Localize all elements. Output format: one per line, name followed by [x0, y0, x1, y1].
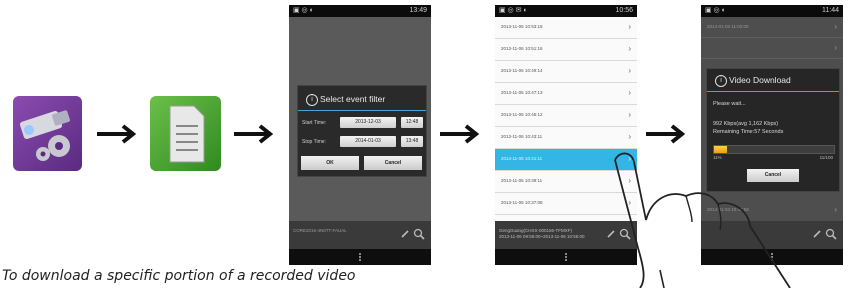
search-icon[interactable]	[413, 228, 425, 240]
dialog-title: Video Download	[729, 75, 791, 85]
phone-screen-event-filter: ▣ ◎ ◐ 13:49 i Select event filter Start …	[289, 5, 431, 265]
download-speed-text: 992 Kbps(avg 1,162 Kbps)	[713, 121, 779, 127]
start-time-label: Start Time:	[302, 120, 327, 126]
arrow-icon	[234, 124, 274, 144]
time-range: 2013-11-06 09:55:00~2013-11-06 10:55:00	[499, 234, 585, 239]
status-icons: ▣ ◎ ✉ ◐	[499, 7, 528, 14]
info-icon: i	[306, 94, 318, 106]
chevron-right-icon: ›	[628, 88, 631, 97]
status-icons: ▣ ◎ ◐	[293, 7, 314, 14]
stop-time-button[interactable]: 13:48	[401, 136, 423, 147]
status-bar: ▣ ◎ ◐ 11:44	[701, 5, 843, 17]
chevron-right-icon: ›	[628, 22, 631, 31]
start-date-button[interactable]: 2013-12-03	[340, 117, 396, 128]
dialog-divider	[707, 91, 839, 92]
device-id-text: CORE2016-4N6TT-FAUAL	[293, 228, 347, 233]
ok-button[interactable]: OK	[301, 156, 359, 170]
list-item-timestamp: 2013-11-06 10:41:11	[501, 156, 543, 161]
list-item[interactable]: 2013-11-06 10:47:13 ›	[495, 83, 637, 105]
list-item[interactable]: 2013-11-06 10:49:14 ›	[495, 61, 637, 83]
start-time-button[interactable]: 12:48	[401, 117, 423, 128]
list-item[interactable]: 2014-01-03 11:02:00 ›	[701, 17, 843, 38]
list-item-timestamp: 2013-11-06 10:43:11	[501, 134, 543, 139]
status-time: 11:44	[822, 7, 839, 14]
menu-icon[interactable]	[359, 253, 361, 261]
list-item-timestamp: 2013-11-06 10:45:12	[501, 112, 543, 117]
status-bar: ▣ ◎ ✉ ◐ 10:56	[495, 5, 637, 17]
pencil-icon[interactable]	[401, 230, 409, 238]
caption-text: To download a specific portion of a reco…	[2, 268, 356, 284]
please-wait-text: Please wait...	[713, 101, 746, 107]
chevron-right-icon: ›	[628, 110, 631, 119]
cancel-button[interactable]: Cancel	[364, 156, 422, 170]
bottom-toolbar: CORE2016-4N6TT-FAUAL	[289, 221, 431, 249]
chevron-right-icon: ›	[834, 205, 837, 214]
event-filter-dialog: i Select event filter Start Time: 2013-1…	[297, 85, 427, 177]
list-item-timestamp: 2013-11-06 10:51:16	[501, 46, 543, 51]
device-info-text: GengGuang(CHXX-000156-TFMXF) 2013-11-06 …	[499, 228, 597, 240]
chevron-right-icon: ›	[628, 44, 631, 53]
dialog-title: Select event filter	[320, 94, 386, 104]
hand-pointer-icon	[614, 152, 791, 288]
remaining-time-text: Remaining Time:57 Seconds	[713, 129, 784, 135]
chevron-right-icon: ›	[628, 66, 631, 75]
list-item-timestamp: 2013-11-06 10:53:18	[501, 24, 543, 29]
list-item-timestamp: 2013-11-06 10:47:13	[501, 90, 543, 95]
list-item-timestamp: 2013-11-06 10:37:08	[501, 200, 543, 205]
chevron-right-icon: ›	[834, 43, 837, 52]
list-item-timestamp: 2013-11-06 10:39:11	[501, 178, 543, 183]
arrow-icon	[440, 124, 480, 144]
status-bar: ▣ ◎ ◐ 13:49	[289, 5, 431, 17]
chevron-right-icon: ›	[834, 22, 837, 31]
progress-count: 11/100	[819, 155, 833, 160]
stop-date-button[interactable]: 2014-01-03	[340, 136, 396, 147]
nav-bar	[289, 249, 431, 265]
list-item-timestamp: 2013-11-06 10:49:14	[501, 68, 543, 73]
list-item[interactable]: 2013-11-06 10:51:16 ›	[495, 39, 637, 61]
search-icon[interactable]	[825, 228, 837, 240]
stop-time-label: Stop Time:	[302, 139, 326, 145]
list-item[interactable]: 2013-11-06 10:45:12 ›	[495, 105, 637, 127]
status-time: 10:56	[615, 7, 633, 14]
info-icon: i	[715, 75, 727, 87]
list-item-timestamp: 2014-01-03 11:02:00	[707, 24, 749, 29]
list-item[interactable]: 2013-11-06 10:43:11 ›	[495, 127, 637, 149]
arrow-icon	[646, 124, 686, 144]
menu-icon[interactable]	[565, 253, 567, 261]
list-item[interactable]: 2013-11-06 10:53:18 ›	[495, 17, 637, 39]
status-time: 13:49	[409, 7, 427, 14]
dialog-divider	[298, 110, 426, 111]
camera-settings-icon	[13, 96, 82, 171]
chevron-right-icon: ›	[628, 132, 631, 141]
arrow-icon	[97, 124, 137, 144]
list-item[interactable]: ›	[701, 38, 843, 59]
document-icon	[150, 96, 221, 171]
status-icons: ▣ ◎ ◐	[705, 7, 726, 14]
